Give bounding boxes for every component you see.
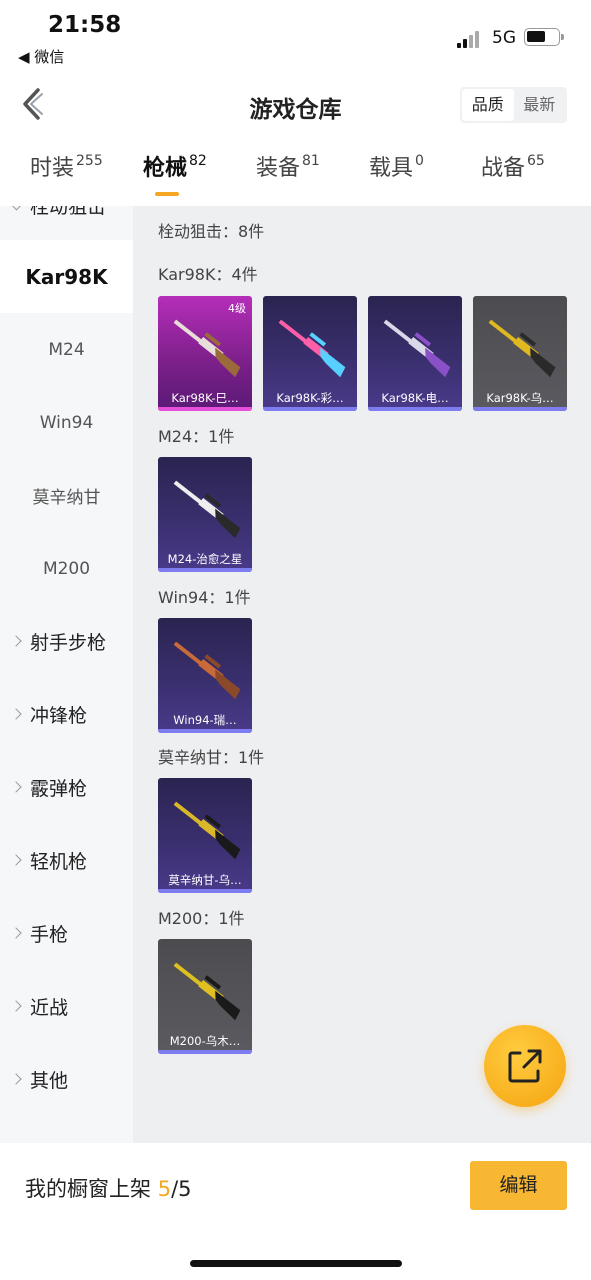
rarity-bar xyxy=(158,407,252,411)
rarity-bar xyxy=(263,407,357,411)
sidebar-group-label: 近战 xyxy=(30,997,69,1019)
bottom-bar: 我的橱窗上架 5/5 编辑 xyxy=(0,1143,591,1280)
tab-label: 装备 xyxy=(256,156,301,181)
chevron-right-icon xyxy=(10,926,22,939)
skin-card[interactable]: 莫辛纳甘-乌… xyxy=(158,778,252,893)
back-to-wechat-link[interactable]: ◀ 微信 xyxy=(18,46,64,67)
tab-vehicles[interactable]: 载具 0 xyxy=(369,150,424,200)
sidebar-group-dmr[interactable]: 射手步枪 xyxy=(0,605,133,678)
section-title: Kar98K：4件 xyxy=(158,265,258,284)
showcase-status: 我的橱窗上架 5/5 xyxy=(25,1173,192,1203)
tab-count: 255 xyxy=(76,153,103,169)
skin-card[interactable]: Win94-瑞… xyxy=(158,618,252,733)
sidebar-group-label: 轻机枪 xyxy=(30,851,88,873)
rarity-bar xyxy=(158,1050,252,1054)
item-caption: 莫辛纳甘-乌… xyxy=(168,873,242,887)
chevron-right-icon xyxy=(10,1072,22,1085)
sidebar-item-m200[interactable]: M200 xyxy=(0,532,133,605)
skin-card[interactable]: Kar98K-彩… xyxy=(263,296,357,411)
item-caption: M200-乌木… xyxy=(169,1034,241,1048)
sidebar-group-bolt-action[interactable]: 栓动狙击 xyxy=(30,206,106,219)
sidebar-group-melee[interactable]: 近战 xyxy=(0,970,133,1043)
section-title: Win94：1件 xyxy=(158,588,251,607)
chevron-right-icon xyxy=(10,999,22,1012)
tab-firearms[interactable]: 枪械 82 xyxy=(143,150,207,200)
rarity-bar xyxy=(158,568,252,572)
sidebar-group-smg[interactable]: 冲锋枪 xyxy=(0,678,133,751)
item-grid-panel: 栓动狙击：8件 Kar98K：4件 4级 Kar98K-巳… Kar98K-彩…… xyxy=(133,206,591,1143)
sidebar-group-label: 霰弹枪 xyxy=(30,778,88,800)
tab-label: 枪械 xyxy=(143,156,188,181)
tab-label: 战备 xyxy=(481,156,526,181)
sidebar-group-shotgun[interactable]: 霰弹枪 xyxy=(0,751,133,824)
chevron-right-icon xyxy=(10,707,22,720)
showcase-total: /5 xyxy=(171,1177,192,1201)
rarity-bar xyxy=(158,889,252,893)
sidebar-item-m24[interactable]: M24 xyxy=(0,313,133,386)
item-caption: Win94-瑞… xyxy=(173,713,237,727)
sidebar-item-kar98k[interactable]: Kar98K xyxy=(0,240,133,313)
status-time: 21:58 xyxy=(48,12,122,38)
showcase-label: 我的橱窗上架 xyxy=(25,1177,151,1201)
item-caption: Kar98K-巳… xyxy=(171,391,239,405)
tab-fashion[interactable]: 时装 255 xyxy=(30,150,103,200)
showcase-count: 5 xyxy=(157,1177,172,1201)
sidebar-group-label: 其他 xyxy=(30,1070,69,1092)
rarity-bar xyxy=(368,407,462,411)
skin-card[interactable]: M200-乌木… xyxy=(158,939,252,1054)
skin-card[interactable]: Kar98K-电… xyxy=(368,296,462,411)
sidebar: 栓动狙击 Kar98K M24 Win94 莫辛纳甘 M200 射手步枪 冲锋枪… xyxy=(0,206,133,1143)
sidebar-group-lmg[interactable]: 轻机枪 xyxy=(0,824,133,897)
item-level-badge: 4级 xyxy=(228,302,246,315)
tab-count: 82 xyxy=(189,153,207,169)
sidebar-item-win94[interactable]: Win94 xyxy=(0,386,133,459)
share-external-icon xyxy=(508,1049,542,1083)
tab-count: 81 xyxy=(302,153,320,169)
tab-label: 时装 xyxy=(30,156,75,181)
chevron-down-icon xyxy=(11,206,22,211)
tab-count: 0 xyxy=(415,153,424,169)
chevron-right-icon xyxy=(10,780,22,793)
network-type: 5G xyxy=(492,28,516,48)
tab-equipment[interactable]: 装备 81 xyxy=(256,150,320,200)
chevron-right-icon xyxy=(10,634,22,647)
item-caption: M24-治愈之星 xyxy=(167,552,243,566)
signal-icon xyxy=(457,30,485,48)
item-caption: Kar98K-彩… xyxy=(276,391,344,405)
sidebar-group-label: 冲锋枪 xyxy=(30,705,88,727)
tab-indicator xyxy=(155,192,179,196)
sidebar-group-other[interactable]: 其他 xyxy=(0,1043,133,1116)
share-button[interactable] xyxy=(484,1025,566,1107)
sort-latest-option[interactable]: 最新 xyxy=(514,89,566,121)
section-title: M200：1件 xyxy=(158,909,245,928)
tab-supplies[interactable]: 战备 65 xyxy=(481,150,545,200)
category-tabs: 时装 255 枪械 82 装备 81 载具 0 战备 65 xyxy=(0,150,591,200)
item-caption: Kar98K-电… xyxy=(381,391,449,405)
battery-icon xyxy=(524,28,564,46)
section-title: 莫辛纳甘：1件 xyxy=(158,748,265,767)
sort-toggle: 品质 最新 xyxy=(460,87,567,123)
sidebar-group-label: 射手步枪 xyxy=(30,632,107,654)
edit-button[interactable]: 编辑 xyxy=(470,1161,567,1210)
item-caption: Kar98K-乌… xyxy=(486,391,554,405)
home-indicator xyxy=(190,1260,402,1267)
sidebar-item-mosin[interactable]: 莫辛纳甘 xyxy=(0,459,133,532)
sidebar-group-pistol[interactable]: 手枪 xyxy=(0,897,133,970)
skin-card[interactable]: M24-治愈之星 xyxy=(158,457,252,572)
tab-label: 载具 xyxy=(369,156,414,181)
section-title: M24：1件 xyxy=(158,427,235,446)
rarity-bar xyxy=(158,729,252,733)
category-summary: 栓动狙击：8件 xyxy=(158,222,265,241)
chevron-right-icon xyxy=(10,853,22,866)
sort-quality-option[interactable]: 品质 xyxy=(462,89,514,121)
tab-count: 65 xyxy=(527,153,545,169)
skin-card[interactable]: Kar98K-乌… xyxy=(473,296,567,411)
sidebar-group-label: 手枪 xyxy=(30,924,69,946)
status-bar: 21:58 ◀ 微信 5G xyxy=(0,0,591,76)
rarity-bar xyxy=(473,407,567,411)
skin-card[interactable]: 4级 Kar98K-巳… xyxy=(158,296,252,411)
